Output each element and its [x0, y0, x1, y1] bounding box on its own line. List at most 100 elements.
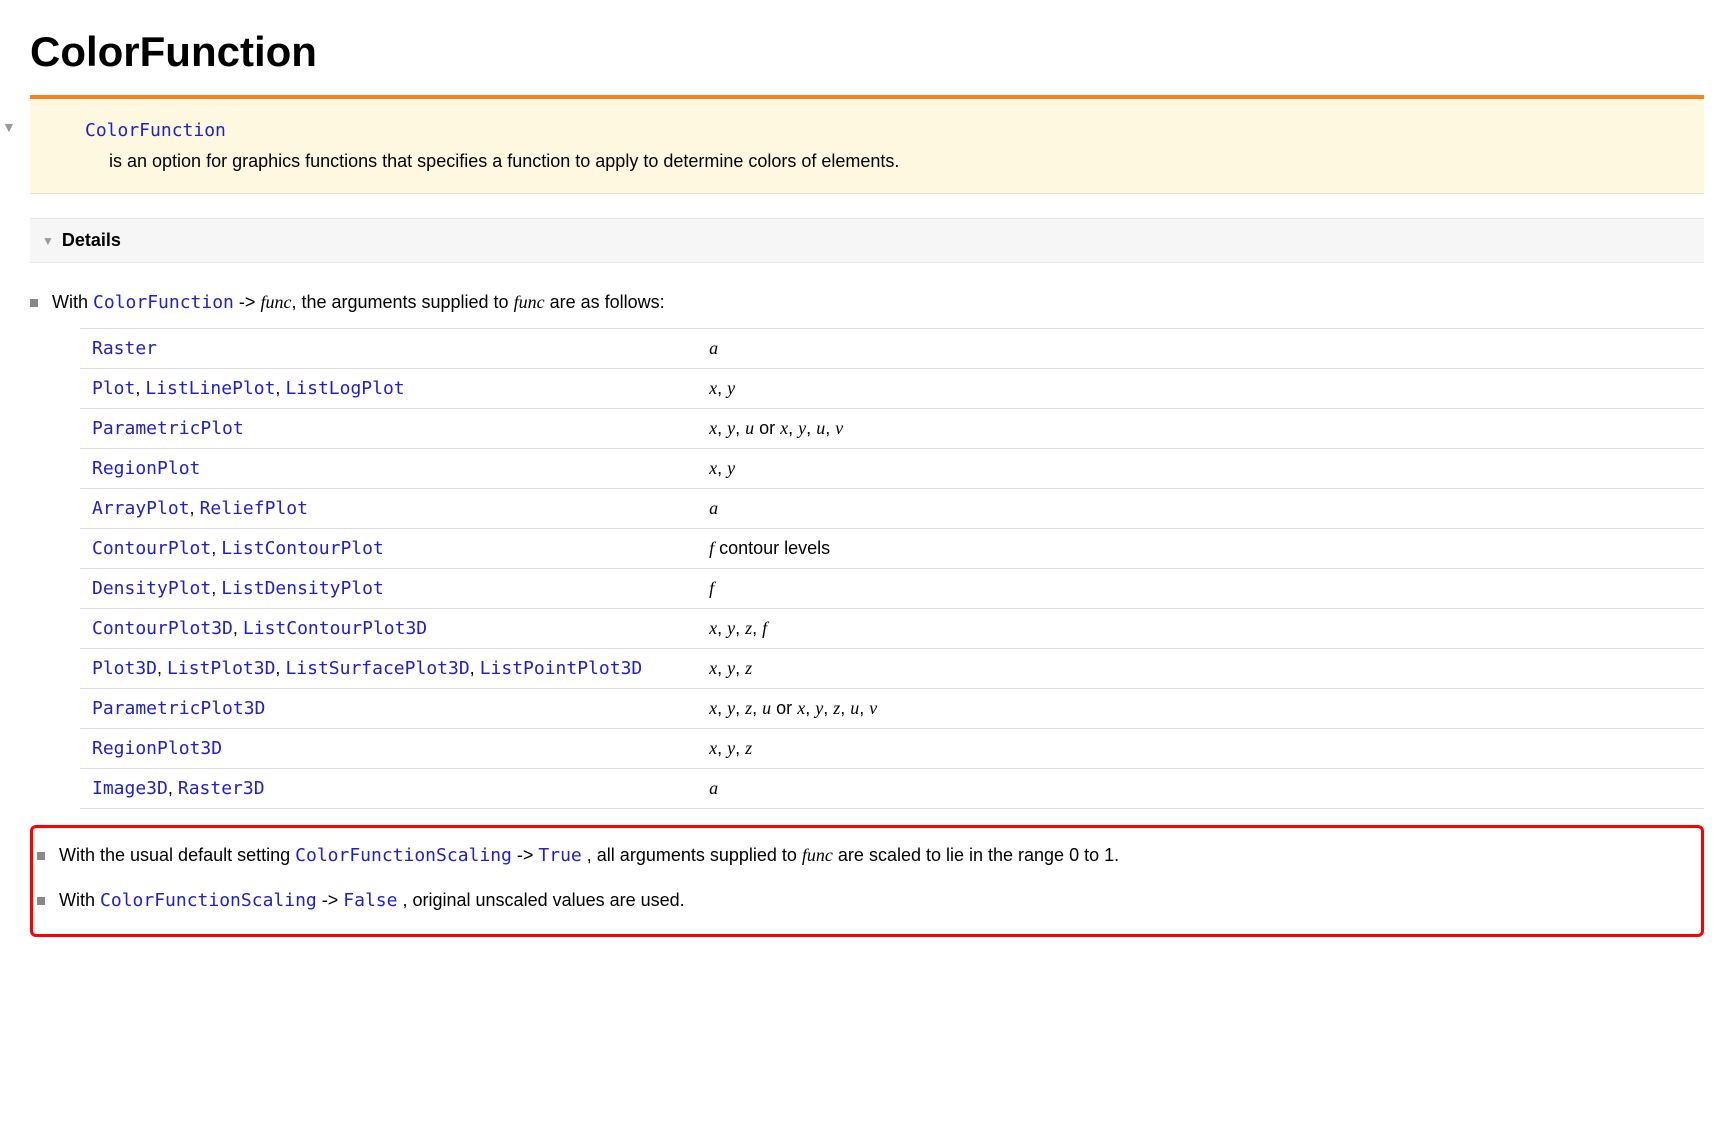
bullet-icon: [30, 299, 38, 307]
details-section-label: Details: [62, 227, 121, 254]
args-cell: x, y, u or x, y, u, v: [697, 409, 1704, 449]
symbol-link[interactable]: ListContourPlot: [221, 538, 384, 559]
separator: ,: [233, 618, 243, 638]
symbol-link[interactable]: ListLogPlot: [285, 378, 404, 399]
table-row: Plot, ListLinePlot, ListLogPlotx, y: [80, 369, 1704, 409]
table-row: RegionPlot3D x, y, z: [80, 729, 1704, 769]
symbol-link[interactable]: ContourPlot: [92, 538, 211, 559]
arrow-text: ->: [322, 890, 344, 910]
details-section-header[interactable]: ▼ Details: [30, 218, 1704, 263]
args-cell: a: [697, 489, 1704, 529]
separator: ,: [275, 658, 285, 678]
args-cell: f: [697, 569, 1704, 609]
intro-text2: , the arguments supplied to: [291, 292, 513, 312]
true-symbol-link[interactable]: True: [538, 845, 581, 866]
text: With: [59, 890, 100, 910]
symbol-link[interactable]: ParametricPlot3D: [92, 698, 265, 719]
symbol-link[interactable]: ArrayPlot: [92, 498, 190, 519]
separator: ,: [157, 658, 167, 678]
arrow-text: ->: [517, 845, 539, 865]
false-symbol-link[interactable]: False: [343, 890, 397, 911]
symbol-link[interactable]: ListPlot3D: [167, 658, 275, 679]
args-cell: f contour levels: [697, 529, 1704, 569]
symbol-link[interactable]: Plot3D: [92, 658, 157, 679]
bullet-icon: [37, 897, 45, 905]
symbol-link[interactable]: ContourPlot3D: [92, 618, 233, 639]
symbol-link[interactable]: Plot: [92, 378, 135, 399]
summary-box: ColorFunction is an option for graphics …: [30, 99, 1704, 194]
args-cell: x, y: [697, 449, 1704, 489]
symbol-link[interactable]: ListContourPlot3D: [243, 618, 427, 639]
scaling-true-bullet: With the usual default setting ColorFunc…: [37, 836, 1697, 881]
args-cell: x, y: [697, 369, 1704, 409]
chevron-down-icon: ▼: [42, 232, 54, 250]
table-row: ContourPlot3D, ListContourPlot3Dx, y, z,…: [80, 609, 1704, 649]
arguments-table: RasteraPlot, ListLinePlot, ListLogPlotx,…: [80, 328, 1704, 809]
symbol-link[interactable]: Image3D: [92, 778, 168, 799]
symbol-link[interactable]: ListSurfacePlot3D: [285, 658, 469, 679]
symbol-link[interactable]: ReliefPlot: [200, 498, 308, 519]
symbol-link[interactable]: ParametricPlot: [92, 418, 244, 439]
intro-bullet: With ColorFunction -> func, the argument…: [30, 283, 1704, 328]
symbol-link[interactable]: RegionPlot: [92, 458, 200, 479]
page-title: ColorFunction: [30, 20, 1704, 83]
symbols-cell: Plot, ListLinePlot, ListLogPlot: [80, 369, 697, 409]
colorfunctionscaling-link[interactable]: ColorFunctionScaling: [295, 845, 512, 866]
separator: ,: [211, 578, 221, 598]
bullet-icon: [37, 852, 45, 860]
colorfunctionscaling-link[interactable]: ColorFunctionScaling: [100, 890, 317, 911]
separator: ,: [211, 538, 221, 558]
symbols-cell: RegionPlot3D: [80, 729, 697, 769]
symbols-cell: ParametricPlot: [80, 409, 697, 449]
summary-collapse-toggle[interactable]: ▼: [2, 117, 16, 138]
text: , all arguments supplied to: [587, 845, 802, 865]
symbols-cell: Raster: [80, 329, 697, 369]
func-italic: func: [260, 292, 291, 312]
table-row: ParametricPlot3D x, y, z, u or x, y, z, u…: [80, 689, 1704, 729]
args-cell: a: [697, 329, 1704, 369]
intro-text3: are as follows:: [545, 292, 665, 312]
separator: ,: [470, 658, 480, 678]
table-row: ArrayPlot, ReliefPlota: [80, 489, 1704, 529]
table-row: ContourPlot, ListContourPlotf contour le…: [80, 529, 1704, 569]
func-italic2: func: [514, 292, 545, 312]
symbols-cell: ArrayPlot, ReliefPlot: [80, 489, 697, 529]
text: , original unscaled values are used.: [403, 890, 685, 910]
args-cell: x, y, z: [697, 649, 1704, 689]
text: are scaled to lie in the range 0 to 1.: [833, 845, 1119, 865]
symbols-cell: ParametricPlot3D: [80, 689, 697, 729]
symbols-cell: RegionPlot: [80, 449, 697, 489]
symbol-link[interactable]: ListDensityPlot: [221, 578, 384, 599]
symbol-link[interactable]: ListLinePlot: [145, 378, 275, 399]
table-row: Plot3D, ListPlot3D, ListSurfacePlot3D, L…: [80, 649, 1704, 689]
symbol-link[interactable]: Raster: [92, 338, 157, 359]
table-row: Image3D, Raster3Da: [80, 769, 1704, 809]
symbol-link[interactable]: RegionPlot3D: [92, 738, 222, 759]
scaling-false-bullet: With ColorFunctionScaling -> False , ori…: [37, 881, 1697, 926]
args-cell: x, y, z, f: [697, 609, 1704, 649]
table-row: RegionPlot x, y: [80, 449, 1704, 489]
symbol-link[interactable]: ListPointPlot3D: [480, 658, 643, 679]
args-cell: x, y, z: [697, 729, 1704, 769]
symbol-link[interactable]: DensityPlot: [92, 578, 211, 599]
table-row: Raster a: [80, 329, 1704, 369]
args-cell: x, y, z, u or x, y, z, u, v: [697, 689, 1704, 729]
table-row: DensityPlot, ListDensityPlotf: [80, 569, 1704, 609]
colorfunction-symbol-link[interactable]: ColorFunction: [93, 292, 234, 313]
separator: ,: [135, 378, 145, 398]
details-body: With ColorFunction -> func, the argument…: [30, 263, 1704, 957]
text: With the usual default setting: [59, 845, 295, 865]
arrow-text: ->: [239, 292, 261, 312]
func-italic: func: [802, 845, 833, 865]
symbols-cell: ContourPlot, ListContourPlot: [80, 529, 697, 569]
symbol-link[interactable]: Raster3D: [178, 778, 265, 799]
separator: ,: [168, 778, 178, 798]
symbols-cell: Image3D, Raster3D: [80, 769, 697, 809]
args-cell: a: [697, 769, 1704, 809]
symbols-cell: DensityPlot, ListDensityPlot: [80, 569, 697, 609]
symbols-cell: Plot3D, ListPlot3D, ListSurfacePlot3D, L…: [80, 649, 697, 689]
symbols-cell: ContourPlot3D, ListContourPlot3D: [80, 609, 697, 649]
summary-description: is an option for graphics functions that…: [109, 148, 1649, 175]
highlighted-bullets: With the usual default setting ColorFunc…: [30, 825, 1704, 937]
summary-symbol[interactable]: ColorFunction: [85, 117, 1649, 144]
